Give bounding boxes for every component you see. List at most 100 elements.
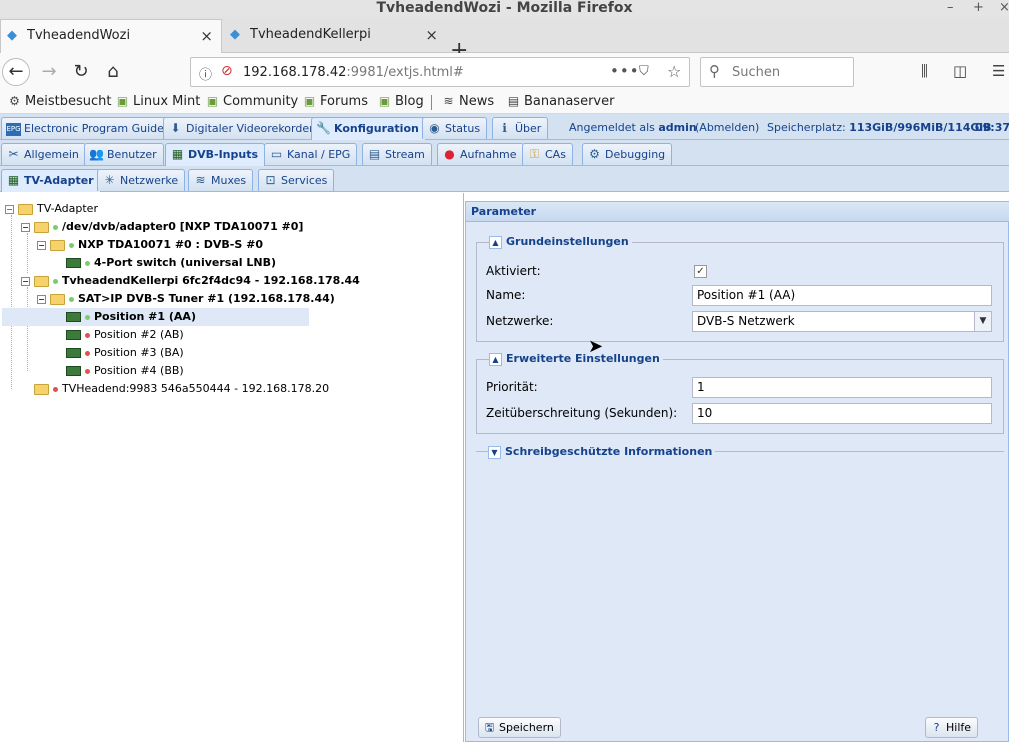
save-icon: 🖫: [484, 721, 495, 734]
home-button[interactable]: ⌂: [100, 59, 126, 85]
epg-icon: EPG: [6, 123, 21, 136]
close-tab-icon[interactable]: ×: [425, 19, 438, 51]
mux-icon: ≋: [195, 173, 206, 187]
tab-stream[interactable]: ▤ Stream: [362, 143, 432, 165]
tab-services[interactable]: ⊡ Services: [258, 169, 335, 191]
insecure-icon[interactable]: ⊘: [221, 63, 233, 79]
collapse-icon[interactable]: −: [21, 276, 30, 286]
tree-node[interactable]: − TvheadendKellerpi 6fc2f4dc94 - 192.168.…: [21, 272, 360, 290]
priority-label: Priorität:: [486, 380, 538, 394]
logout-link[interactable]: (Abmelden): [695, 121, 759, 134]
help-button[interactable]: ? Hilfe: [925, 717, 979, 738]
minimize-button[interactable]: –: [947, 0, 954, 16]
pocket-icon[interactable]: ⛉: [639, 64, 649, 79]
tab-netzwerke[interactable]: ✳ Netzwerke: [97, 169, 186, 191]
tv-card-icon: ▦: [7, 173, 20, 187]
browser-tab-tvheadendwozi[interactable]: ◆ TvheadendWozi ×: [0, 19, 222, 53]
tab-debugging[interactable]: ⚙ Debugging: [582, 143, 673, 165]
collapse-icon[interactable]: −: [37, 240, 46, 250]
tab-aufnahme[interactable]: ● Aufnahme: [437, 143, 524, 165]
close-tab-icon[interactable]: ×: [200, 20, 213, 52]
folder-icon: [34, 221, 49, 233]
browser-tab-tvheadendkellerpi[interactable]: ◆ TvheadendKellerpi ×: [224, 19, 446, 53]
info-icon[interactable]: ⓘ: [199, 64, 212, 83]
status-ok-icon: [69, 296, 74, 302]
menu-icon[interactable]: ☰: [992, 62, 1005, 80]
tv-card-icon: [66, 366, 81, 376]
priority-field[interactable]: 1: [692, 377, 992, 398]
record-icon: ●: [444, 147, 455, 161]
tab-muxes[interactable]: ≋ Muxes: [188, 169, 254, 191]
tree-node-selected[interactable]: Position #1 (AA): [2, 308, 309, 326]
collapse-icon[interactable]: −: [37, 294, 46, 304]
tv-card-icon: [66, 348, 81, 358]
mint-icon: ▣: [303, 94, 316, 108]
close-window-button[interactable]: ×: [999, 0, 1009, 16]
bookmark-bananaserver[interactable]: ▤ Bananaserver: [507, 94, 615, 109]
search-input[interactable]: Suchen: [732, 65, 780, 80]
timeout-field[interactable]: 10: [692, 403, 992, 424]
reload-button[interactable]: ↻: [68, 59, 94, 85]
name-label: Name:: [486, 288, 526, 302]
tree-node[interactable]: 4-Port switch (universal LNB): [66, 254, 276, 272]
maximize-button[interactable]: +: [973, 0, 984, 16]
page-actions-icon[interactable]: •••: [610, 62, 640, 80]
wrench-icon: 🔧: [316, 121, 331, 135]
chevron-down-icon[interactable]: ▼: [974, 312, 991, 331]
tab-konfiguration[interactable]: 🔧 Konfiguration: [311, 117, 426, 140]
forward-button[interactable]: →: [36, 59, 62, 85]
search-bar[interactable]: ⚲ Suchen: [700, 57, 854, 87]
url-text[interactable]: 192.168.178.42:9981/extjs.html#: [243, 65, 464, 80]
bookmark-news[interactable]: ≋ News: [442, 94, 494, 109]
bookmark-community[interactable]: ▣ Community: [206, 94, 298, 109]
tab-dvr[interactable]: ⬇ Digitaler Videorekorder: [163, 117, 321, 139]
bookmark-blog[interactable]: ▣ Blog: [378, 94, 424, 109]
tab-epg[interactable]: EPG Electronic Program Guide: [1, 117, 171, 139]
tab-kanal-epg[interactable]: ▭ Kanal / EPG: [264, 143, 358, 165]
status-ok-icon: [69, 242, 74, 248]
bookmark-forums[interactable]: ▣ Forums: [303, 94, 368, 109]
bookmark-linux-mint[interactable]: ▣ Linux Mint: [116, 94, 201, 109]
collapse-icon[interactable]: ▲: [489, 235, 502, 249]
debug-icon: ⚙: [589, 147, 600, 161]
library-icon[interactable]: ⫼: [921, 62, 928, 80]
tree-node[interactable]: Position #2 (AB): [66, 326, 184, 344]
tab-cas[interactable]: ⚿ CAs: [522, 143, 573, 165]
tab-dvb-inputs[interactable]: ▦ DVB-Inputs: [165, 143, 266, 166]
tab-tv-adapter[interactable]: ▦ TV-Adapter: [1, 169, 101, 192]
collapse-icon[interactable]: ▲: [489, 352, 502, 366]
enabled-checkbox[interactable]: ✓: [694, 265, 707, 278]
sidebar-icon[interactable]: ◫: [953, 62, 967, 80]
tab-ueber[interactable]: ℹ Über: [492, 117, 549, 139]
tree-node[interactable]: − NXP TDA10071 #0 : DVB-S #0: [37, 236, 263, 254]
tree-node[interactable]: − SAT>IP DVB-S Tuner #1 (192.168.178.44): [37, 290, 335, 308]
tree-node[interactable]: Position #4 (BB): [66, 362, 184, 380]
tree-node[interactable]: −/dev/dvb/adapter0 [NXP TDA10071 #0]: [21, 218, 303, 236]
status-disabled-icon: [85, 350, 90, 356]
collapse-icon[interactable]: −: [21, 222, 30, 232]
bookmark-meistbesucht[interactable]: ⚙ Meistbesucht: [8, 94, 111, 109]
networks-select[interactable]: DVB-S Netzwerk ▼: [692, 311, 992, 332]
bookmark-star-icon[interactable]: ☆: [667, 62, 681, 81]
status-disabled-icon: [85, 368, 90, 374]
tab-allgemein[interactable]: ✂ Allgemein: [1, 143, 86, 165]
tvheadend-icon: ◆: [230, 27, 240, 42]
browser-tab-bar: ◆ TvheadendWozi × ◆ TvheadendKellerpi × …: [0, 17, 1009, 63]
name-field[interactable]: Position #1 (AA): [692, 285, 992, 306]
back-button[interactable]: ←: [2, 58, 30, 86]
tree-node[interactable]: Position #3 (BA): [66, 344, 184, 362]
save-button[interactable]: 🖫 Speichern: [478, 717, 561, 738]
fieldset-legend: ▲ Grundeinstellungen: [489, 235, 632, 249]
collapse-icon[interactable]: −: [5, 204, 14, 214]
panel-header: Parameter: [466, 202, 1009, 222]
tree-node[interactable]: TVHeadend:9983 546a550444 - 192.168.178.…: [34, 380, 329, 398]
window-titlebar: TvheadendWozi - Mozilla Firefox – + ×: [0, 0, 1009, 17]
key-icon: ⚿: [529, 147, 540, 161]
url-bar[interactable]: ⓘ ⊘ 192.168.178.42:9981/extjs.html# ••• …: [190, 57, 690, 87]
tab-benutzer[interactable]: 👥 Benutzer: [84, 143, 164, 165]
expand-icon[interactable]: ▼: [488, 445, 501, 459]
tree-node[interactable]: − TV-Adapter: [5, 200, 98, 218]
users-icon: 👥: [89, 147, 104, 161]
tab-status[interactable]: ◉ Status: [422, 117, 488, 139]
eye-icon: ◉: [429, 121, 440, 135]
